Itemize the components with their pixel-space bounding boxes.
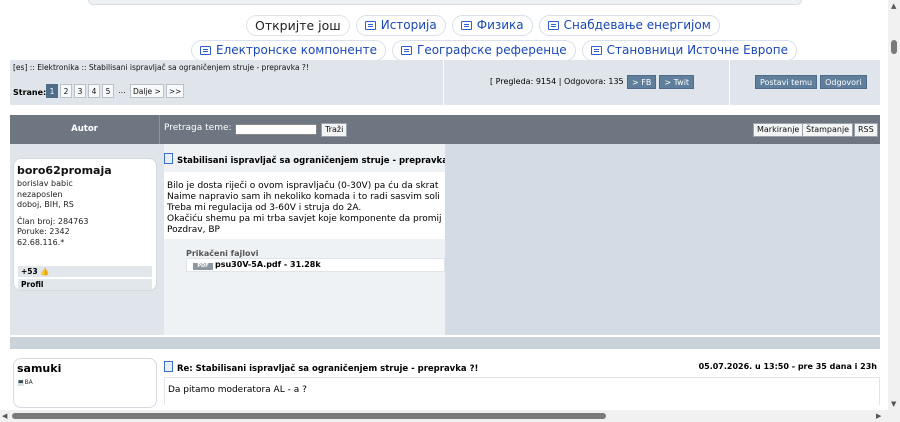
post: boro62promaja borislav babic nezaposlen … bbox=[10, 144, 880, 335]
view-reply-stats: [ Pregleda: 9154 | Odgovora: 135 ] bbox=[490, 77, 630, 86]
discover-topic-electronic-components[interactable]: Електронске компоненте bbox=[191, 39, 386, 61]
scroll-left-icon[interactable]: ◀ bbox=[2, 412, 7, 420]
horizontal-scroll-thumb[interactable] bbox=[12, 413, 606, 419]
author-card: samuki 💻BA bbox=[13, 358, 157, 408]
post-body: Stabilisani ispravljač sa ograničenjem s… bbox=[164, 144, 445, 335]
thumbs-up-icon: 👍 bbox=[40, 267, 50, 276]
thread-toolbar: Autor Pretraga teme: Traži Markiranje Št… bbox=[10, 115, 880, 144]
search-label: Pretraga teme: bbox=[164, 123, 232, 133]
forum-thread: [es] :: Elektronika :: Stabilisani ispra… bbox=[10, 60, 880, 408]
scroll-right-icon[interactable]: ▶ bbox=[876, 412, 881, 420]
reputation[interactable]: +53 👍 bbox=[18, 266, 152, 277]
horizontal-scrollbar[interactable]: ◀ ▶ bbox=[0, 410, 888, 422]
post-title: Stabilisani ispravljač sa ograničenjem s… bbox=[164, 153, 445, 166]
top-panel-edge bbox=[88, 0, 802, 5]
profile-link[interactable]: Profil bbox=[18, 279, 152, 290]
topic-icon bbox=[364, 20, 376, 30]
document-icon bbox=[164, 153, 173, 164]
topic-icon bbox=[460, 20, 472, 30]
attachment-link[interactable]: PDF psu30V-5A.pdf - 31.28k bbox=[186, 258, 445, 272]
post: samuki 💻BA Re: Stabilisani ispravljač sa… bbox=[10, 349, 880, 408]
new-topic-button[interactable]: Postavi temu bbox=[755, 75, 818, 89]
topic-icon bbox=[200, 45, 211, 55]
page-link[interactable]: 5 bbox=[102, 84, 114, 98]
share-buttons: > FB > Twit bbox=[627, 75, 695, 89]
search-input[interactable] bbox=[235, 124, 317, 135]
author-column-header: Autor bbox=[10, 115, 160, 144]
twitter-share-button[interactable]: > Twit bbox=[659, 75, 695, 89]
discover-topic-eastern-europe[interactable]: Становници Источне Европе bbox=[581, 39, 797, 61]
topic-icon bbox=[590, 45, 602, 55]
post-date: 05.07.2026. u 13:50 - pre 35 dana i 23h bbox=[698, 362, 877, 371]
search-button[interactable]: Traži bbox=[321, 123, 348, 137]
facebook-share-button[interactable]: > FB bbox=[627, 75, 657, 89]
discover-label: Откријте још bbox=[246, 14, 350, 36]
rss-button[interactable]: RSS bbox=[854, 123, 878, 137]
page-link[interactable]: 3 bbox=[74, 84, 86, 98]
thread-actions: Postavi temu Odgovori bbox=[755, 75, 867, 89]
next-page-link[interactable]: Dalje > bbox=[130, 84, 164, 98]
post-side-panel bbox=[445, 144, 880, 335]
discover-row-2: Електронске компоненте Географске рефере… bbox=[191, 39, 803, 61]
print-button[interactable]: Štampanje bbox=[802, 123, 854, 137]
post-text: Bilo je dosta riječi o ovom ispravljaču … bbox=[164, 172, 445, 239]
scroll-up-icon[interactable]: ▲ bbox=[891, 2, 896, 10]
document-icon bbox=[164, 361, 173, 372]
topic-icon bbox=[547, 20, 559, 30]
thread-header: [es] :: Elektronika :: Stabilisani ispra… bbox=[10, 60, 880, 105]
page-link[interactable]: 2 bbox=[60, 84, 72, 98]
pagination: 1 2 3 4 5 ... Dalje > >> bbox=[46, 84, 186, 98]
last-page-link[interactable]: >> bbox=[165, 84, 185, 98]
stats-cell: [ Pregleda: 9154 | Odgovora: 135 ] > FB … bbox=[443, 60, 730, 105]
post-title: Re: Stabilisani ispravljač sa ograničenj… bbox=[164, 361, 478, 374]
user-info: borislav babic nezaposlen doboj, BIH, RS… bbox=[17, 179, 89, 247]
country-flag: 💻BA bbox=[17, 379, 33, 386]
attachments-label: Prikačeni fajlovi bbox=[186, 249, 259, 258]
vertical-scrollbar[interactable]: ▲ ▼ bbox=[888, 0, 900, 422]
topic-icon bbox=[401, 45, 412, 55]
discover-row-1: Откријте још Историја Физика Снабдевање … bbox=[246, 14, 726, 36]
post-separator bbox=[10, 337, 880, 349]
vertical-scroll-thumb[interactable] bbox=[891, 40, 897, 54]
post-text: Da pitamo moderatora AL - a ? bbox=[164, 377, 880, 405]
page-link[interactable]: 4 bbox=[88, 84, 100, 98]
discover-topic-geographic-references[interactable]: Географске референце bbox=[392, 39, 576, 61]
discover-topic-history[interactable]: Историја bbox=[355, 14, 446, 36]
reply-button[interactable]: Odgovori bbox=[820, 75, 867, 89]
page-ellipsis: ... bbox=[118, 86, 126, 95]
page-link[interactable]: 1 bbox=[46, 84, 58, 98]
scroll-down-icon[interactable]: ▼ bbox=[891, 400, 896, 408]
username[interactable]: samuki bbox=[17, 362, 61, 375]
mark-button[interactable]: Markiranje bbox=[753, 123, 804, 137]
username[interactable]: boro62promaja bbox=[17, 164, 112, 177]
pdf-icon: PDF bbox=[193, 263, 213, 270]
breadcrumb[interactable]: [es] :: Elektronika :: Stabilisani ispra… bbox=[13, 63, 309, 72]
author-card: boro62promaja borislav babic nezaposlen … bbox=[13, 158, 157, 291]
discover-topic-physics[interactable]: Физика bbox=[451, 14, 533, 36]
pages-label: Strane: bbox=[13, 88, 47, 97]
discover-topic-energy[interactable]: Снабдевање енергијом bbox=[538, 14, 720, 36]
